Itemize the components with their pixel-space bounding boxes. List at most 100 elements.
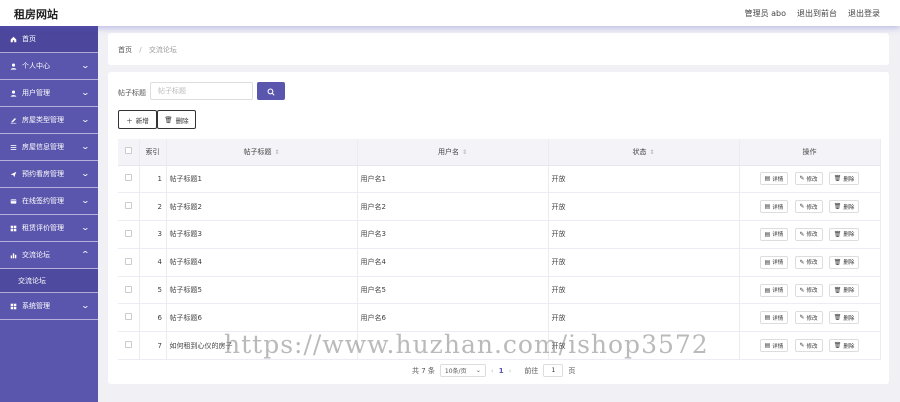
row-checkbox-cell[interactable] (118, 303, 140, 333)
row-checkbox[interactable] (124, 174, 132, 182)
row-checkbox[interactable] (124, 229, 132, 237)
table-row: 7 如何租到心仪的房子 开放 ▤ 详情 ✎ 修改 🗑 删除 (118, 331, 881, 361)
sidebar-item-online-contract[interactable]: 在线签约管理 ⌄ (0, 188, 98, 215)
pen-icon (9, 117, 18, 124)
row-checkbox-cell[interactable] (118, 165, 140, 194)
sidebar-item-label: 房屋类型管理 (22, 116, 64, 124)
row-index: 1 (139, 165, 167, 194)
row-status: 开放 (548, 165, 740, 194)
page-number[interactable]: 1 (499, 367, 504, 375)
batch-delete-button[interactable]: 🗑 删除 (157, 110, 196, 129)
add-button-label: 新增 (135, 116, 149, 125)
admin-user-label: 管理员 abo (744, 9, 786, 18)
delete-button[interactable]: 🗑 删除 (828, 200, 860, 214)
edit-button[interactable]: ✎ 修改 (794, 172, 823, 186)
detail-button[interactable]: ▤ 详情 (759, 255, 789, 269)
column-header-title[interactable]: 帖子标题 ⇕ (166, 139, 358, 166)
trash-icon: 🗑 (833, 314, 842, 322)
trash-icon: 🗑 (833, 203, 842, 211)
breadcrumb: 首页 / 交流论坛 (118, 45, 177, 55)
row-status: 开放 (548, 248, 740, 277)
edit-button[interactable]: ✎ 修改 (794, 200, 823, 214)
pagination: 共 7 条 10条/页⌄ ‹ 1 › 前往 页 (412, 364, 575, 377)
row-title: 帖子标题3 (166, 220, 358, 249)
sort-icon[interactable]: ⇕ (462, 149, 467, 156)
delete-button[interactable]: 🗑 删除 (828, 172, 860, 186)
sidebar-item-house-type[interactable]: 房屋类型管理 ⌄ (0, 107, 98, 134)
detail-button[interactable]: ▤ 详情 (759, 283, 789, 297)
delete-button[interactable]: 🗑 删除 (828, 255, 860, 269)
chevron-down-icon: ⌄ (80, 301, 91, 310)
detail-button[interactable]: ▤ 详情 (759, 311, 789, 325)
delete-button[interactable]: 🗑 删除 (828, 339, 860, 353)
row-title: 帖子标题1 (166, 165, 358, 194)
row-checkbox-cell[interactable] (118, 331, 140, 361)
document-icon: ▤ (764, 342, 771, 350)
select-all-checkbox[interactable] (124, 147, 132, 155)
sidebar-item-house-info[interactable]: 房屋信息管理 ⌄ (0, 134, 98, 161)
sidebar-item-rental-review[interactable]: 租赁评价管理 ⌄ (0, 215, 98, 242)
row-username: 用户名6 (357, 303, 549, 333)
sidebar-item-forum[interactable]: 交流论坛 ⌄ (0, 242, 98, 269)
sidebar-item-label: 预约看房管理 (22, 170, 64, 178)
sidebar-item-system-management[interactable]: 系统管理 ⌄ (0, 293, 98, 320)
chevron-down-icon: ⌄ (80, 88, 91, 97)
delete-button[interactable]: 🗑 删除 (828, 311, 860, 325)
search-input[interactable] (150, 82, 253, 100)
sort-icon[interactable]: ⇕ (274, 149, 279, 156)
add-button[interactable]: ＋ 新增 (118, 110, 157, 129)
sidebar-item-label: 租赁评价管理 (22, 224, 64, 232)
row-username: 用户名5 (357, 276, 549, 305)
detail-button[interactable]: ▤ 详情 (759, 227, 789, 241)
logout-link[interactable]: 退出登录 (848, 8, 880, 19)
sidebar-item-home[interactable]: 首页 (0, 26, 98, 53)
sidebar-item-label: 首页 (22, 35, 36, 43)
delete-button[interactable]: 🗑 删除 (828, 283, 860, 297)
edit-icon: ✎ (799, 314, 805, 322)
breadcrumb-separator: / (139, 46, 142, 54)
row-checkbox[interactable] (124, 202, 132, 210)
delete-button[interactable]: 🗑 删除 (828, 227, 860, 241)
row-checkbox[interactable] (124, 257, 132, 265)
detail-button[interactable]: ▤ 详情 (759, 172, 789, 186)
goto-page-input[interactable] (543, 364, 564, 377)
edit-button[interactable]: ✎ 修改 (794, 311, 823, 325)
header-checkbox-cell[interactable] (118, 139, 140, 166)
table-row: 1 帖子标题1 用户名1 开放 ▤ 详情 ✎ 修改 🗑 删除 (118, 165, 881, 194)
row-title: 帖子标题2 (166, 192, 358, 222)
edit-button[interactable]: ✎ 修改 (794, 283, 823, 297)
column-header-status[interactable]: 状态 ⇕ (548, 139, 740, 166)
row-checkbox-cell[interactable] (118, 248, 140, 277)
row-username (357, 331, 549, 361)
sidebar-subitem-forum[interactable]: 交流论坛 (0, 269, 98, 293)
chevron-down-icon: ⌄ (475, 367, 481, 374)
row-checkbox[interactable] (124, 313, 132, 321)
edit-button[interactable]: ✎ 修改 (794, 339, 823, 353)
row-checkbox[interactable] (124, 285, 132, 293)
sort-icon[interactable]: ⇕ (649, 149, 654, 156)
row-actions: ▤ 详情 ✎ 修改 🗑 删除 (739, 331, 881, 361)
sidebar-item-personal-center[interactable]: 个人中心 ⌄ (0, 53, 98, 80)
detail-button[interactable]: ▤ 详情 (759, 339, 789, 353)
row-checkbox[interactable] (124, 341, 132, 349)
row-checkbox-cell[interactable] (118, 276, 140, 305)
row-checkbox-cell[interactable] (118, 192, 140, 222)
sidebar-item-viewing-appointment[interactable]: 预约看房管理 ⌄ (0, 161, 98, 188)
card-icon (9, 198, 18, 205)
column-header-username[interactable]: 用户名 ⇕ (357, 139, 549, 166)
edit-button[interactable]: ✎ 修改 (794, 227, 823, 241)
grid-icon (9, 303, 18, 310)
edit-button[interactable]: ✎ 修改 (794, 255, 823, 269)
search-button[interactable] (257, 82, 285, 100)
row-username: 用户名2 (357, 192, 549, 222)
row-checkbox-cell[interactable] (118, 220, 140, 249)
next-page-icon[interactable]: › (509, 367, 512, 375)
breadcrumb-home[interactable]: 首页 (118, 46, 132, 54)
front-site-link[interactable]: 退出到前台 (797, 8, 837, 19)
detail-button[interactable]: ▤ 详情 (759, 200, 789, 214)
column-header-actions: 操作 (739, 139, 881, 166)
send-icon (9, 171, 18, 178)
prev-page-icon[interactable]: ‹ (491, 367, 494, 375)
page-size-select[interactable]: 10条/页 ⌄ (439, 364, 486, 377)
sidebar-item-user-management[interactable]: 用户管理 ⌄ (0, 80, 98, 107)
